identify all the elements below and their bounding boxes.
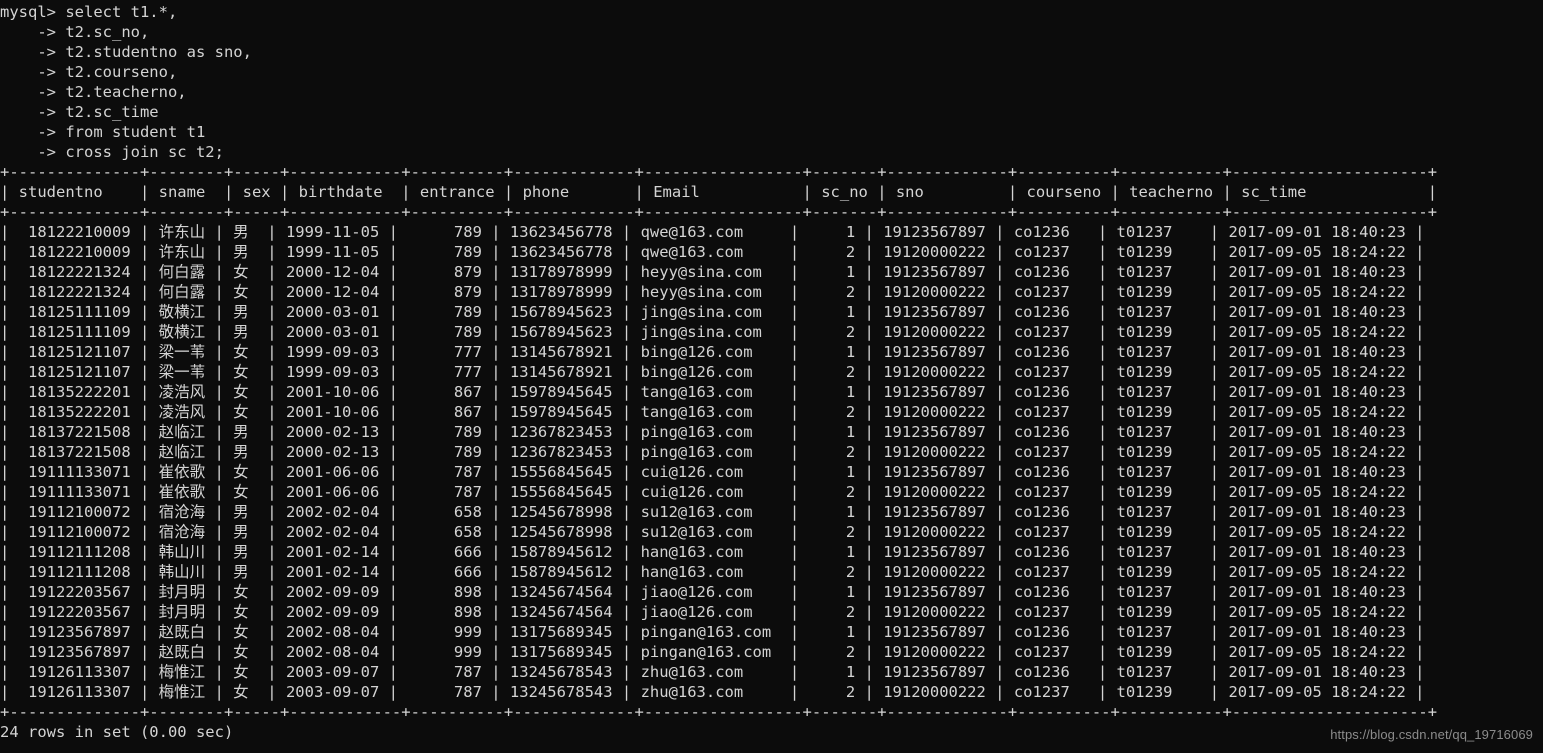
watermark-url: https://blog.csdn.net/qq_19716069	[1330, 727, 1533, 742]
terminal-window[interactable]: mysql> select t1.*, -> t2.sc_no, -> t2.s…	[0, 0, 1543, 753]
console-output: mysql> select t1.*, -> t2.sc_no, -> t2.s…	[0, 3, 1438, 741]
